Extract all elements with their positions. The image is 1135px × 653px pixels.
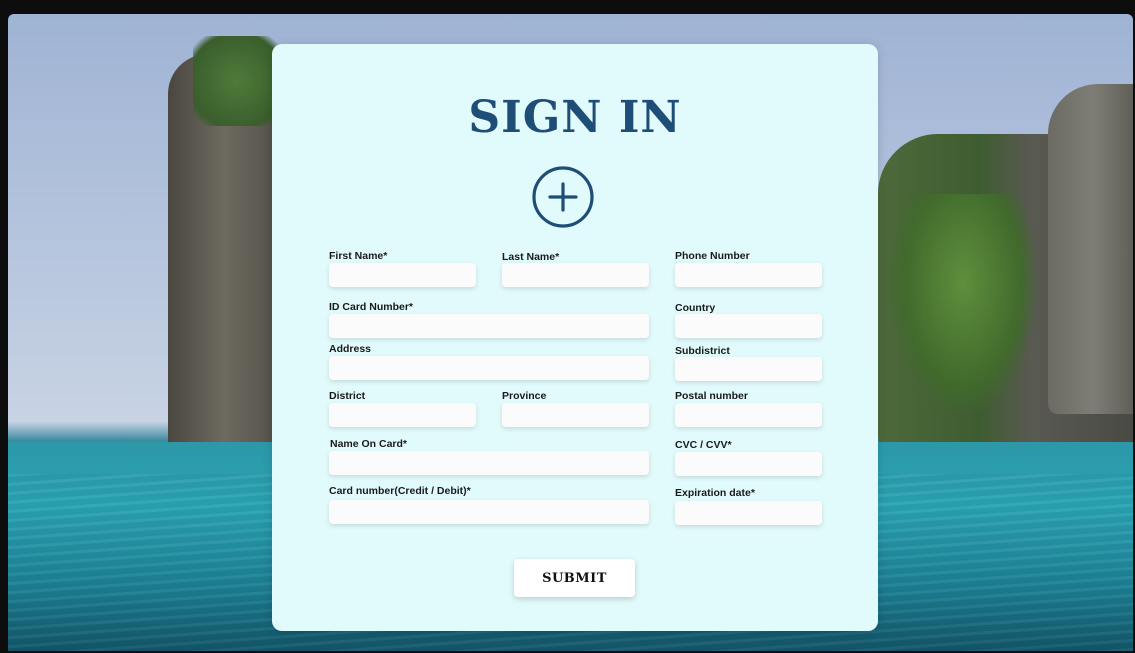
submit-button[interactable]: SUBMIT [514, 559, 635, 597]
expiration-date-field[interactable] [675, 501, 822, 525]
name-on-card-field[interactable] [329, 451, 649, 475]
signin-card: SIGN IN First Name* Last Name* Phone Num… [272, 44, 878, 631]
first-name-label: First Name* [329, 250, 388, 262]
address-field[interactable] [329, 356, 649, 380]
last-name-label: Last Name* [502, 251, 560, 263]
district-label: District [329, 390, 366, 402]
card-number-label: Card number(Credit / Debit)* [329, 485, 471, 497]
address-label: Address [329, 343, 372, 355]
id-card-number-field[interactable] [329, 314, 649, 338]
name-on-card-label: Name On Card* [330, 438, 408, 450]
right-cliff-trees [888, 194, 1038, 414]
phone-number-field[interactable] [675, 263, 822, 287]
last-name-field[interactable] [502, 263, 649, 287]
card-number-field[interactable] [329, 500, 649, 524]
first-name-field[interactable] [329, 263, 476, 287]
province-label: Province [502, 390, 547, 402]
country-field[interactable] [675, 314, 822, 338]
postal-number-label: Postal number [675, 390, 748, 402]
id-card-number-label: ID Card Number* [329, 301, 414, 313]
district-field[interactable] [329, 403, 476, 427]
plus-circle-icon[interactable] [530, 164, 596, 230]
phone-number-label: Phone Number [675, 250, 750, 262]
country-label: Country [675, 302, 716, 314]
postal-number-field[interactable] [675, 403, 822, 427]
expiration-date-label: Expiration date* [675, 487, 755, 499]
cvc-cvv-label: CVC / CVV* [675, 439, 732, 451]
subdistrict-label: Subdistrict [675, 345, 730, 357]
page-title: SIGN IN [468, 92, 682, 143]
cvc-cvv-field[interactable] [675, 452, 822, 476]
subdistrict-field[interactable] [675, 357, 822, 381]
province-field[interactable] [502, 403, 649, 427]
far-right-cliff [1048, 84, 1133, 414]
